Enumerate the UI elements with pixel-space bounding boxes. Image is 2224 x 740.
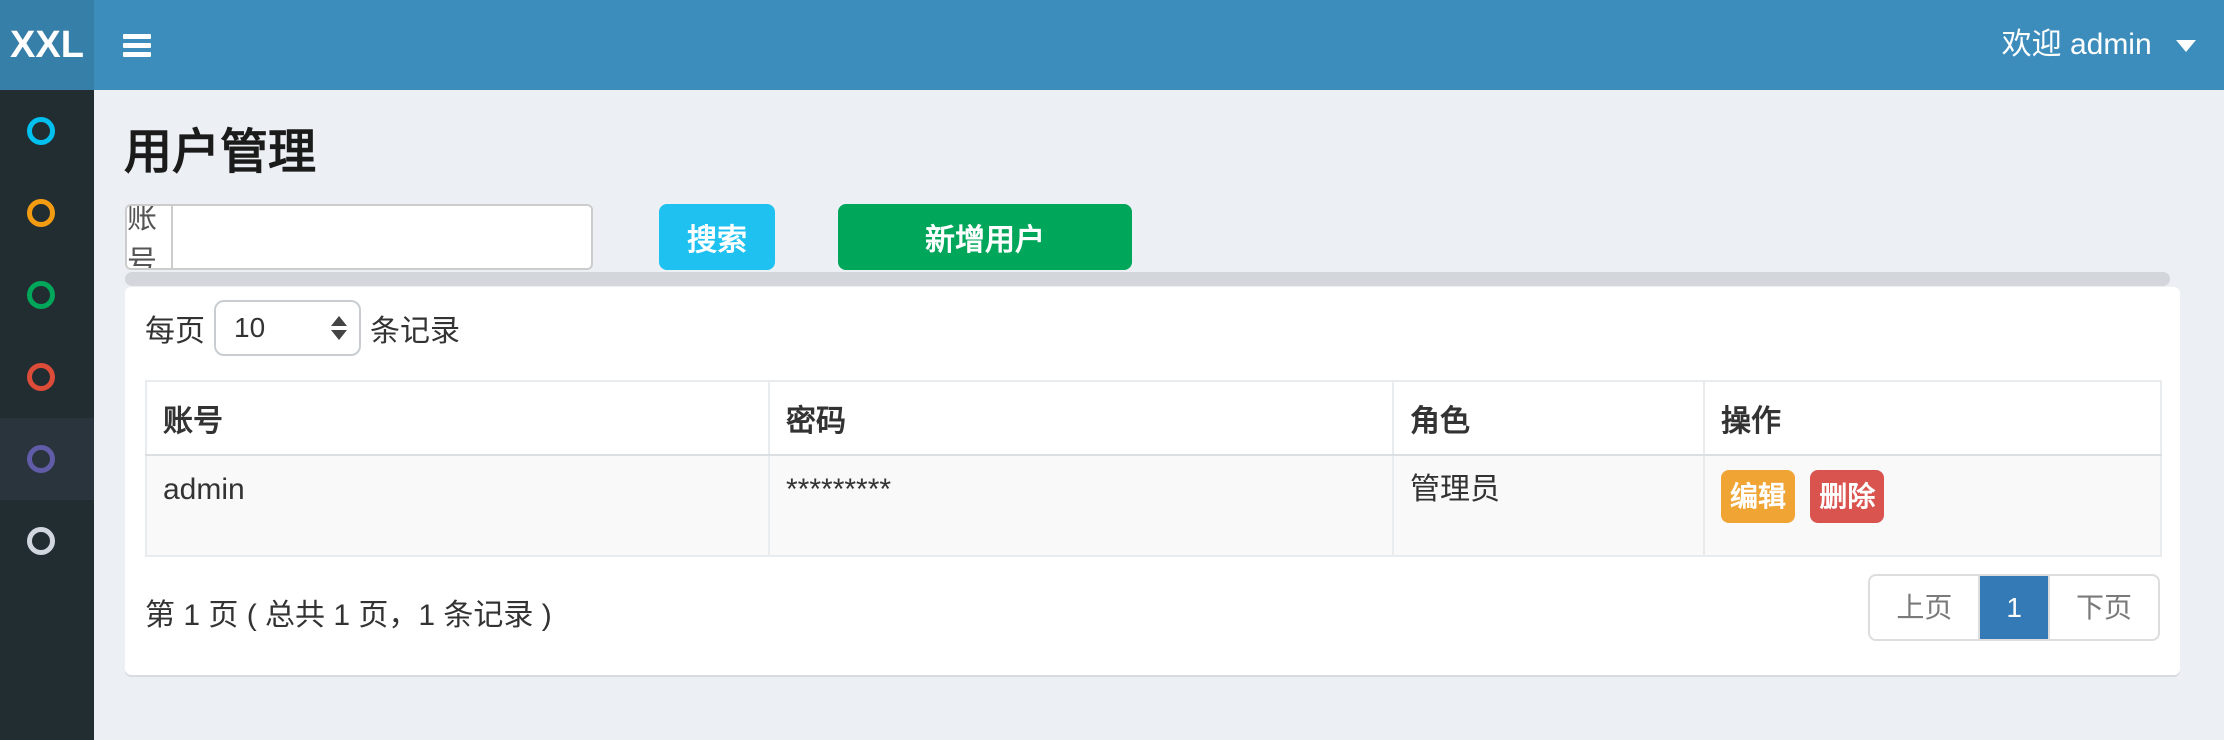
delete-button[interactable]: 删除: [1810, 470, 1884, 523]
circle-orange-icon: [27, 199, 55, 227]
sidebar-toggle-button[interactable]: [94, 0, 180, 90]
top-navbar: XXL 欢迎 admin: [0, 0, 2224, 90]
table-header-row: 账号 密码 角色 操作: [146, 381, 2161, 455]
cell-password: *********: [769, 455, 1393, 556]
circle-red-icon: [27, 363, 55, 391]
header-account: 账号: [146, 381, 769, 455]
select-stepper-icon: [331, 316, 347, 340]
header-role: 角色: [1393, 381, 1704, 455]
main-content: 用户管理 账号 搜索 新增用户 每页 10 条记录: [94, 90, 2224, 740]
header-password: 密码: [769, 381, 1393, 455]
next-page-button[interactable]: 下页: [2048, 574, 2160, 641]
hamburger-icon: [123, 34, 151, 39]
sidebar-item-job[interactable]: [0, 172, 94, 254]
sidebar-item-executor[interactable]: [0, 254, 94, 336]
table-row: admin ********* 管理员 编辑 删除: [146, 455, 2161, 556]
pagination: 上页 1 下页: [1868, 574, 2160, 641]
prev-page-button[interactable]: 上页: [1868, 574, 1980, 641]
sidebar-item-dashboard[interactable]: [0, 90, 94, 172]
sidebar-item-help[interactable]: [0, 500, 94, 582]
edit-button[interactable]: 编辑: [1721, 470, 1795, 523]
circle-cyan-icon: [27, 117, 55, 145]
user-dropdown[interactable]: 欢迎 admin: [1974, 0, 2224, 90]
page-1-button[interactable]: 1: [1978, 574, 2050, 641]
page-title: 用户管理: [124, 112, 316, 182]
pagination-summary: 第 1 页 ( 总共 1 页，1 条记录 ): [145, 596, 552, 636]
account-input-group: 账号: [125, 204, 593, 270]
add-user-button[interactable]: 新增用户: [838, 204, 1132, 270]
sidebar-item-log[interactable]: [0, 336, 94, 418]
per-page-suffix-label: 条记录: [370, 306, 460, 350]
circle-purple-icon: [27, 445, 55, 473]
per-page-prefix-label: 每页: [145, 306, 205, 350]
circle-white-icon: [27, 527, 55, 555]
cell-account: admin: [146, 455, 769, 556]
user-table-panel: 每页 10 条记录 账号 密码 角色 操作: [125, 287, 2180, 675]
cell-role: 管理员: [1393, 455, 1704, 556]
welcome-text: 欢迎 admin: [2002, 28, 2152, 61]
sidebar-item-user-active[interactable]: [0, 418, 94, 500]
chevron-down-icon: [2176, 40, 2196, 52]
cell-actions: 编辑 删除: [1704, 455, 2161, 556]
circle-green-icon: [27, 281, 55, 309]
account-label: 账号: [127, 206, 173, 268]
app-logo[interactable]: XXL: [0, 0, 94, 90]
user-table: 账号 密码 角色 操作 admin *********: [145, 380, 2162, 557]
header-actions: 操作: [1704, 381, 2161, 455]
horizontal-scrollbar[interactable]: [125, 272, 2170, 286]
sidebar: [0, 90, 94, 740]
per-page-selected-value: 10: [234, 312, 265, 344]
app-root: XXL 欢迎 admin 用户管理: [0, 0, 2224, 740]
account-search-input[interactable]: [173, 206, 591, 268]
per-page-select[interactable]: 10: [214, 300, 361, 356]
search-button[interactable]: 搜索: [659, 204, 775, 270]
per-page-control: 每页 10 条记录: [145, 300, 460, 356]
